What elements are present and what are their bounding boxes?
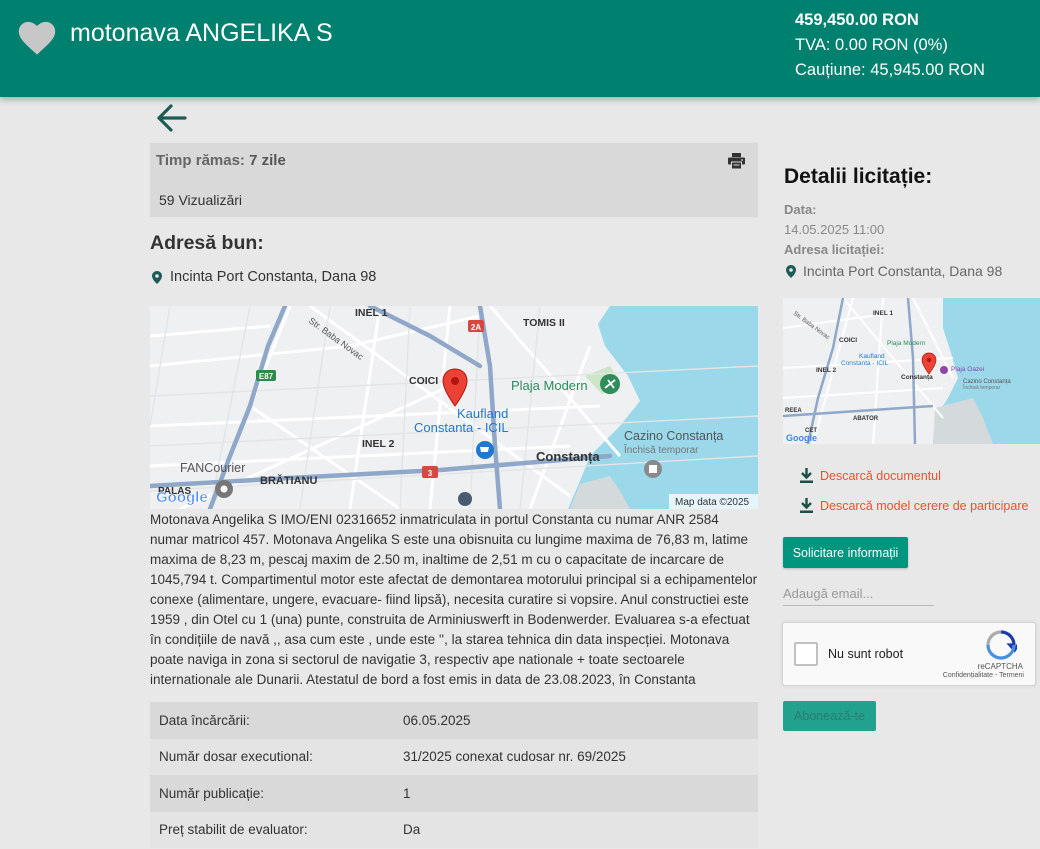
page-title: motonava ANGELIKA S [70,19,333,47]
recaptcha-icon [986,630,1017,660]
download-document-link[interactable]: Descarcă documentul [800,468,941,483]
item-description: Motonava Angelika S IMO/ENI 02316652 inm… [150,512,758,687]
heart-icon[interactable] [18,20,56,56]
map-label-coici: COICI [409,375,438,387]
table-row: Număr dosar executional: 31/2025 conexat… [150,738,758,775]
auction-date-value: 14.05.2025 11:00 [784,222,885,237]
table-key: Data încărcării: [159,712,250,728]
map-label-constanta: Constanța [536,449,600,464]
small-map-canvas: Str. Baba Novac INEL 1 COICI Plaja Moder… [783,298,1040,444]
back-arrow-icon[interactable] [154,101,188,135]
download-icon [800,468,813,483]
download-icon [800,498,813,513]
small-map-label-inel1: INEL 1 [873,310,893,317]
captcha-checkbox[interactable] [794,642,818,666]
map-label-tomis: TOMIS II [523,317,565,329]
location-pin-icon [152,270,162,284]
time-remaining-label: Timp rămas: [156,152,245,169]
map-label-inel2: INEL 2 [362,438,395,450]
tva-value: TVA: 0.00 RON (0%) [795,36,948,54]
address-text: Incinta Port Constanta, Dana 98 [170,269,377,285]
request-info-button[interactable]: Solicitare informații [783,537,908,568]
address-line: Incinta Port Constanta, Dana 98 [152,269,376,285]
views-count: 59 Vizualizări [159,192,243,208]
subscribe-button[interactable]: Abonează-te [783,701,876,731]
map-label-cazino-sub: Închisă temporar [623,443,699,456]
auction-address: Incinta Port Constanta, Dana 98 [786,263,1002,279]
auction-date-label: Data: [784,202,817,217]
guarantee-value: Cauțiune: 45,945.00 RON [795,61,985,79]
details-table: Data încărcării: 06.05.2025 Număr dosar … [150,702,758,848]
map-label-plaja: Plaja Modern [511,378,588,393]
small-map-label-kaufland: Kaufland [859,353,885,360]
map-data-credit: Map data ©2025 [675,497,750,508]
table-key: Număr publicație: [159,785,265,801]
email-field[interactable] [783,581,934,606]
map-label-kaufland-sub: Constanta - ICIL [414,420,509,435]
time-remaining-value: 7 zile [249,152,286,169]
table-row: Data încărcării: 06.05.2025 [150,702,758,739]
small-map-label-plaja: Plaja Modern [887,340,926,347]
auction-address-text: Incinta Port Constanta, Dana 98 [803,263,1003,279]
small-map-label-cazino-sub: Închisă temporar [962,384,1001,391]
page-header: motonava ANGELIKA S 459,450.00 RON TVA: … [0,0,1040,97]
map-label-fancourier: FANCourier [180,461,245,475]
recaptcha-widget: Nu sunt robot reCAPTCHA Confidențialitat… [782,622,1036,686]
small-map-label-inel2: INEL 2 [816,367,836,374]
download-model-label: Descarcă model cerere de participare [820,498,1029,513]
map-label-e87: E87 [259,372,274,381]
address-heading: Adresă bun: [150,232,264,254]
table-value: 1 [403,785,411,801]
download-model-link[interactable]: Descarcă model cerere de participare [800,498,1028,513]
map-google-logo: Google [156,489,208,506]
status-box: Timp rămas: 7 zile 59 Vizualizări [150,143,758,217]
small-map-label-constanta: Constanța [901,374,933,381]
auction-details-heading: Detalii licitație: [784,165,933,188]
location-pin-icon [786,264,796,278]
price-value: 459,450.00 RON [795,11,919,29]
table-value: 06.05.2025 [403,712,471,728]
location-map[interactable]: E87 2A 3 INEL 1 TOMIS II Str. Baba Novac… [150,306,758,509]
map-canvas: E87 2A 3 INEL 1 TOMIS II Str. Baba Novac… [150,306,758,509]
auction-address-label: Adresa licitației: [784,242,885,257]
small-map-label-coici: COICI [839,337,857,344]
table-value: Da [403,822,421,838]
price-block: 459,450.00 RON TVA: 0.00 RON (0%) Cauțiu… [795,8,985,83]
table-row: Număr publicație: 1 [150,775,758,812]
download-document-label: Descarcă documentul [820,468,941,483]
small-map-google-logo: Google [786,433,817,443]
table-key: Preț stabilit de evaluator: [159,822,308,838]
captcha-label: Nu sunt robot [828,647,904,661]
map-label-kaufland: Kaufland [457,406,508,421]
small-map-label-abator: ABATOR [853,416,879,422]
table-key: Număr dosar executional: [159,749,313,765]
map-label-bratianu: BRĂTIANU [260,474,317,487]
print-icon[interactable] [728,153,745,169]
small-map-label-plaja2: Plaja Oazei [951,366,984,373]
captcha-links[interactable]: Confidențialitate - Termeni [943,672,1024,679]
table-row: Preț stabilit de evaluator: Da [150,811,758,848]
table-value: 31/2025 conexat cudosar nr. 69/2025 [403,749,626,765]
captcha-brand: reCAPTCHA [977,662,1023,671]
map-label-inel1: INEL 1 [355,307,388,319]
map-label-cazino: Cazino Constanța [624,429,723,443]
auction-location-map[interactable]: Str. Baba Novac INEL 1 COICI Plaja Moder… [783,298,1040,444]
map-label-2a: 2A [471,323,481,332]
small-map-label-kaufland-sub: Constanta - ICIL [841,360,889,367]
time-remaining: Timp rămas: 7 zile [156,152,286,169]
map-label-road-3: 3 [428,469,433,478]
small-map-label-reea: REEA [785,408,802,414]
